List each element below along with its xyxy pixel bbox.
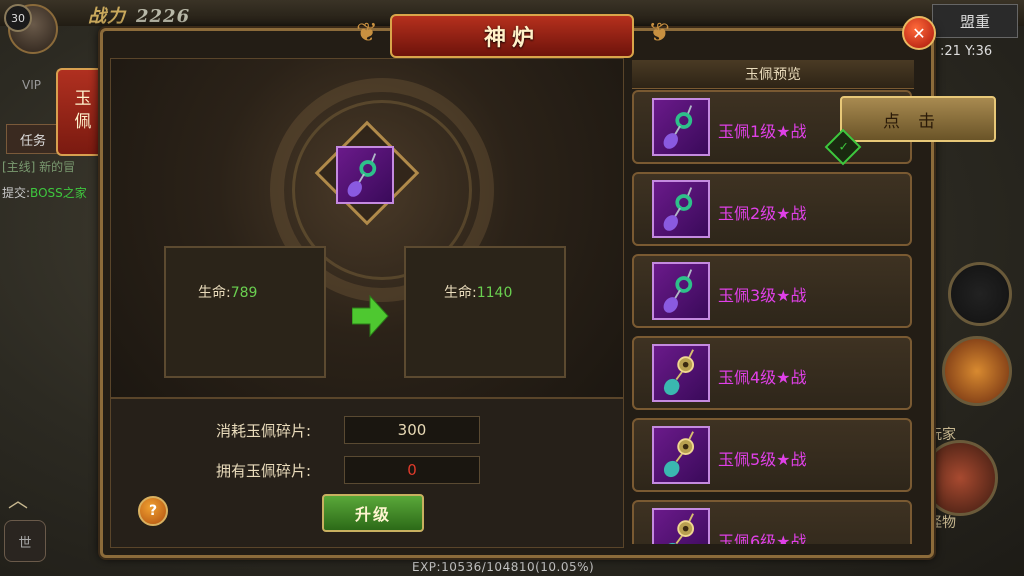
preview-list[interactable]: 玉佩1级★战 玉佩2级★战 玉佩3级★战 玉佩4级★战 玉佩5级★战玉佩6级★战 (632, 90, 914, 544)
task-button[interactable]: 任务 (6, 124, 60, 154)
panel-title: 神炉 (390, 14, 634, 58)
title-wing-right-icon: ❦ (648, 18, 670, 48)
skill-slot-1[interactable] (948, 262, 1012, 326)
alliance-button[interactable]: 盟重 (932, 4, 1018, 38)
quest-submit-text[interactable]: 提交:BOSS之家 (2, 184, 87, 201)
preview-item-slot[interactable] (652, 180, 710, 238)
vip-label[interactable]: VIP (22, 78, 41, 92)
current-stat-box: 生命:789 (164, 246, 326, 378)
preview-item-slot[interactable] (652, 344, 710, 402)
preview-item-slot[interactable] (652, 426, 710, 484)
map-coordinates: :21 Y:36 (940, 44, 993, 59)
preview-item-name: 玉佩4级★战 (718, 368, 807, 387)
jade-pendant-icon (663, 187, 693, 231)
power-label: 战力 (88, 6, 126, 27)
click-button[interactable]: 点击 (840, 96, 996, 142)
exp-readout: EXP:10536/104810(10.05%) (412, 560, 595, 574)
preview-list-item[interactable]: 玉佩2级★战 (632, 172, 912, 246)
preview-item-slot[interactable] (652, 262, 710, 320)
ornate-pendant-icon (663, 431, 695, 478)
next-stat: 生命:1140 (444, 282, 512, 302)
power-value: 2226 (136, 6, 191, 27)
panel-title-text: 神炉 (483, 25, 540, 51)
quest-submit-prefix: 提交: (2, 186, 31, 200)
current-pendant-slot[interactable] (336, 146, 394, 204)
jade-pendant-icon (663, 105, 693, 149)
quest-submit-target: BOSS之家 (30, 186, 87, 200)
cost-label: 消耗玉佩碎片: (216, 422, 312, 440)
help-icon[interactable]: ? (138, 496, 168, 526)
preview-item-name: 玉佩2级★战 (718, 204, 807, 223)
ornate-pendant-icon (663, 513, 695, 544)
tab-jade-pendant[interactable]: 玉佩 (56, 68, 104, 156)
preview-list-item[interactable]: 玉佩3级★战 (632, 254, 912, 328)
level-badge: 30 (4, 4, 32, 32)
skill-slot-2[interactable] (942, 336, 1012, 406)
current-stat-label: 生命: (198, 285, 231, 301)
next-stat-value: 1140 (476, 285, 513, 301)
owned-label: 拥有玉佩碎片: (216, 462, 312, 480)
preview-item-name: 玉佩6级★战 (718, 532, 807, 544)
preview-item-name: 玉佩3级★战 (718, 286, 807, 305)
next-stat-box: 生命:1140 (404, 246, 566, 378)
current-stat: 生命:789 (198, 282, 257, 302)
preview-list-item[interactable]: 玉佩4级★战 (632, 336, 912, 410)
preview-list-item[interactable]: 玉佩5级★战 (632, 418, 912, 492)
quest-main-text[interactable]: [主线] 新的冒 (2, 158, 75, 175)
preview-item-slot[interactable] (652, 508, 710, 544)
preview-item-name: 玉佩1级★战 (718, 122, 807, 141)
preview-list-item[interactable]: 玉佩6级★战 (632, 500, 912, 544)
ornate-pendant-icon (663, 349, 695, 396)
preview-header: 玉佩预览 (632, 60, 914, 89)
arrow-right-icon (352, 294, 389, 338)
next-stat-label: 生命: (444, 285, 477, 301)
owned-value: 0 (344, 456, 480, 484)
jade-pendant-icon (663, 269, 693, 313)
cost-value: 300 (344, 416, 480, 444)
upgrade-button[interactable]: 升级 (322, 494, 424, 532)
close-icon[interactable]: ✕ (902, 16, 936, 50)
preview-item-slot[interactable] (652, 98, 710, 156)
current-stat-value: 789 (230, 285, 258, 301)
chevron-up-icon[interactable]: ︿ (8, 484, 28, 513)
preview-item-name: 玉佩5级★战 (718, 450, 807, 469)
combat-power: 战力 2226 (88, 2, 190, 28)
jade-pendant-icon (347, 153, 377, 197)
world-chat-button[interactable]: 世 (4, 520, 46, 562)
